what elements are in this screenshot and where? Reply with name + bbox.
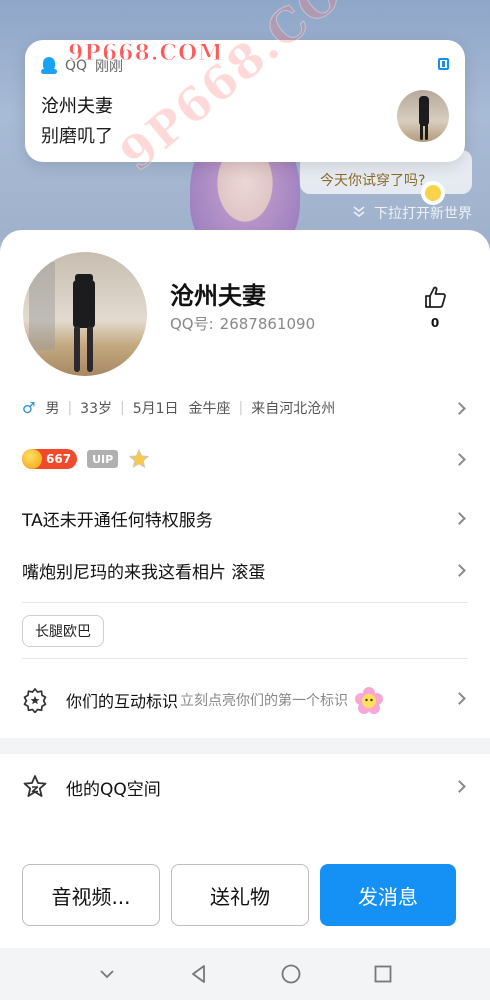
- profile-sheet: 沧州夫妻 QQ号: 2687861090 0 ♂ 男 | 33岁 | 5月1日 金…: [0, 230, 490, 1000]
- coin-icon: [22, 449, 42, 469]
- expand-icon[interactable]: [438, 58, 449, 70]
- pulldown-hint[interactable]: 下拉打开新世界: [352, 203, 472, 223]
- avatar[interactable]: [23, 252, 147, 376]
- star-icon: [128, 448, 150, 469]
- notification-sender: 沧州夫妻: [41, 96, 113, 117]
- badges-row[interactable]: 667 UIP: [22, 448, 466, 470]
- notification-message: 别磨叽了: [41, 126, 113, 147]
- pulldown-label: 下拉打开新世界: [374, 206, 472, 222]
- level-badge: 667: [22, 449, 78, 469]
- privilege-row[interactable]: TA还未开通任何特权服务: [22, 506, 466, 531]
- info-birthday: 5月1日: [132, 401, 179, 417]
- action-bar: 音视频... 送礼物 发消息: [22, 864, 456, 926]
- home-circle-icon[interactable]: [280, 963, 302, 985]
- qq-number: QQ号: 2687861090: [170, 313, 315, 334]
- qzone-star-icon: [23, 775, 47, 797]
- av-call-button[interactable]: 音视频...: [22, 864, 160, 926]
- double-chevron-down-icon: [352, 205, 366, 222]
- notification-avatar: [397, 90, 449, 142]
- qzone-title: 他的QQ空间: [66, 779, 161, 800]
- system-nav-bar: [0, 948, 490, 1000]
- info-age: 33岁: [80, 401, 112, 417]
- divider: [22, 658, 468, 659]
- back-triangle-icon[interactable]: [188, 963, 210, 985]
- qq-number-value: 2687861090: [219, 315, 316, 333]
- signature-row[interactable]: 嘴炮别尼玛的来我这看相片 滚蛋: [22, 558, 466, 583]
- cute-flower-icon: [355, 687, 384, 714]
- nickname: 沧州夫妻: [170, 282, 266, 310]
- info-location: 来自河北沧州: [251, 401, 336, 417]
- flower-icon: [425, 185, 441, 201]
- interaction-row[interactable]: 你们的互动标识 立刻点亮你们的第一个标识: [22, 685, 466, 715]
- qq-icon: [41, 57, 57, 75]
- divider: [22, 602, 468, 603]
- thumbs-up-icon: [425, 286, 446, 308]
- profile-tag[interactable]: 长腿欧巴: [22, 615, 104, 647]
- info-zodiac: 金牛座: [188, 401, 231, 417]
- vip-badge: UIP: [87, 450, 119, 468]
- qq-number-label: QQ号:: [170, 315, 214, 333]
- qzone-row[interactable]: 他的QQ空间: [22, 774, 466, 800]
- chevron-down-icon[interactable]: [96, 963, 118, 985]
- info-gender: 男: [45, 401, 60, 417]
- level-value: 667: [46, 452, 72, 466]
- watermark-top: 9P668.COM: [67, 40, 224, 67]
- send-gift-button[interactable]: 送礼物: [171, 864, 309, 926]
- like-count: 0: [430, 316, 440, 330]
- basic-info-row[interactable]: ♂ 男 | 33岁 | 5月1日 金牛座 | 来自河北沧州: [22, 398, 466, 418]
- interaction-hint: 立刻点亮你们的第一个标识: [180, 693, 349, 709]
- interaction-title: 你们的互动标识: [66, 692, 179, 711]
- section-gap: [0, 738, 490, 754]
- banner-speech-text: 今天你试穿了吗?: [320, 173, 426, 189]
- send-message-button[interactable]: 发消息: [320, 864, 456, 926]
- no-privilege-text: TA还未开通任何特权服务: [22, 511, 213, 531]
- interaction-badge-icon: [23, 688, 47, 713]
- male-icon: ♂: [22, 399, 36, 417]
- recents-square-icon[interactable]: [372, 963, 394, 985]
- like-button[interactable]: 0: [420, 284, 450, 330]
- signature-text: 嘴炮别尼玛的来我这看相片 滚蛋: [22, 563, 266, 583]
